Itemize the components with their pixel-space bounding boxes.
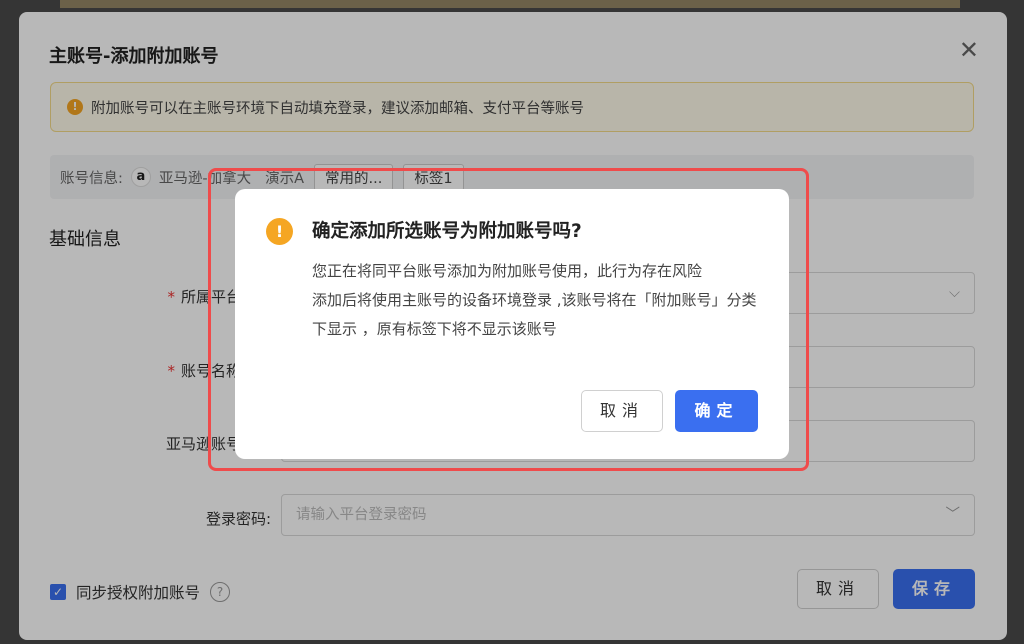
warning-icon: ! bbox=[266, 218, 293, 245]
confirm-dialog: ! 确定添加所选账号为附加账号吗? 您正在将同平台账号添加为附加账号使用，此行为… bbox=[235, 189, 789, 459]
confirm-body: 您正在将同平台账号添加为附加账号使用，此行为存在风险 添加后将使用主账号的设备环… bbox=[312, 257, 762, 344]
confirm-title: 确定添加所选账号为附加账号吗? bbox=[312, 221, 582, 242]
confirm-body-line: 添加后将使用主账号的设备环境登录 ,该账号将在「附加账号」分类下显示 ，原有标签… bbox=[312, 291, 757, 338]
confirm-ok-button[interactable]: 确定 bbox=[675, 390, 758, 432]
confirm-cancel-button[interactable]: 取消 bbox=[581, 390, 663, 432]
confirm-body-line: 您正在将同平台账号添加为附加账号使用，此行为存在风险 bbox=[312, 262, 703, 280]
